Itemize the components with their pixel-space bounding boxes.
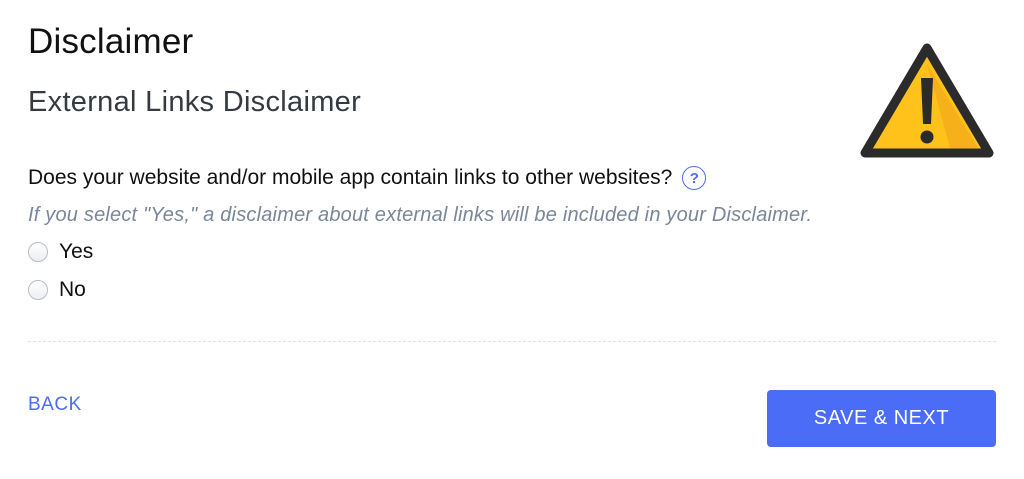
radio-label-yes: Yes <box>59 240 94 263</box>
radio-button-yes[interactable] <box>28 242 48 262</box>
save-next-button[interactable]: SAVE & NEXT <box>767 390 996 447</box>
divider <box>28 341 996 342</box>
question-row: Does your website and/or mobile app cont… <box>28 166 707 190</box>
back-link[interactable]: BACK <box>28 394 82 416</box>
hint-text: If you select "Yes," a disclaimer about … <box>28 204 813 226</box>
radio-option-no[interactable]: No <box>28 278 86 302</box>
section-title: External Links Disclaimer <box>28 86 362 118</box>
radio-label-no: No <box>59 278 86 301</box>
question-text: Does your website and/or mobile app cont… <box>28 166 673 189</box>
page-title: Disclaimer <box>28 22 194 61</box>
radio-option-yes[interactable]: Yes <box>28 240 93 264</box>
question-mark-icon[interactable]: ? <box>682 166 707 190</box>
radio-button-no[interactable] <box>28 280 48 300</box>
warning-icon <box>860 43 994 158</box>
